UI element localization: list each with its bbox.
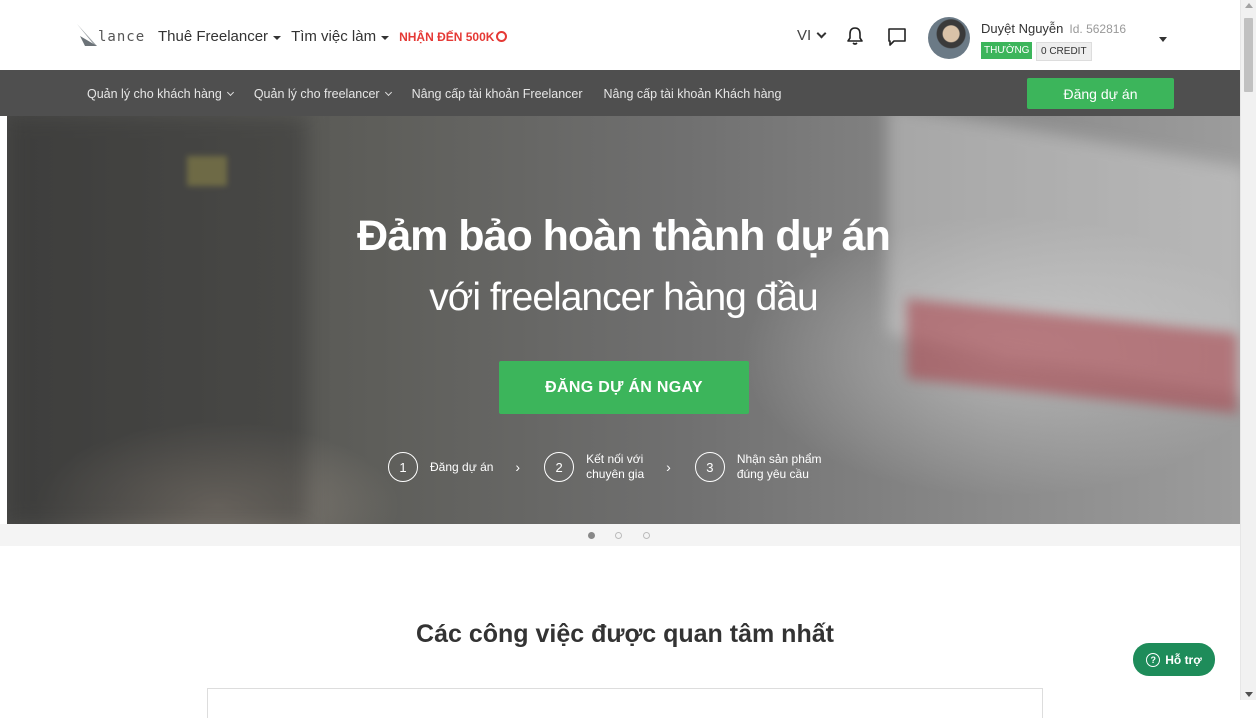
user-id: Id. 562816 <box>1069 22 1127 36</box>
step-text-line1: Kết nối với <box>586 452 644 466</box>
user-menu-caret-icon[interactable] <box>1159 37 1167 42</box>
step-text-line2: chuyên gia <box>586 467 645 481</box>
step-text-line1: Đăng dự án <box>430 459 494 474</box>
section-title: Các công việc được quan tâm nhất <box>416 620 834 648</box>
top-nav: Thuê Freelancer Tìm việc làm NHẬN ĐẾN 50… <box>158 28 517 45</box>
step-text-line2: đúng yêu cầu <box>736 467 809 481</box>
promo-link[interactable]: NHẬN ĐẾN 500K <box>399 29 508 44</box>
step-number: 2 <box>544 452 575 482</box>
chevron-down-icon <box>816 28 827 39</box>
step-2: 2 Kết nối với chuyên gia <box>544 452 644 482</box>
subnav-upgrade-freelancer[interactable]: Nâng cấp tài khoản Freelancer <box>412 87 583 101</box>
step-text-line1: Nhận sản phẩm <box>736 452 822 466</box>
hero-subtitle: với freelancer hàng đầu <box>429 276 819 319</box>
scroll-down-icon[interactable] <box>1245 692 1253 697</box>
carousel-indicators <box>0 524 1240 546</box>
hire-freelancer-label: Thuê Freelancer <box>158 28 269 45</box>
sub-nav-links: Quản lý cho khách hàng Quản lý cho freel… <box>87 87 802 101</box>
user-name-text: Duyệt Nguyễn <box>981 21 1064 36</box>
jobs-list-container <box>207 688 1043 718</box>
help-label: Hỗ trợ <box>1165 652 1202 667</box>
hero-steps: 1 Đăng dự án › 2 Kết nối với chuyên gia ›… <box>388 452 822 482</box>
step-3: 3 Nhận sản phẩm đúng yêu cầu <box>694 452 822 482</box>
page-scrollbar[interactable] <box>1240 0 1256 700</box>
question-icon: ? <box>1146 652 1161 667</box>
bell-icon[interactable] <box>845 26 865 46</box>
step-text: Nhận sản phẩm đúng yêu cầu <box>737 452 822 482</box>
hero-title: Đảm bảo hoàn thành dự án <box>357 212 891 260</box>
find-jobs-menu[interactable]: Tìm việc làm <box>291 28 390 45</box>
tier-badge: THƯỜNG <box>981 42 1033 59</box>
subnav-client-management[interactable]: Quản lý cho khách hàng <box>87 87 234 101</box>
message-icon[interactable] <box>886 26 908 48</box>
help-button[interactable]: ? Hỗ trợ <box>1133 643 1215 676</box>
sub-nav: Quản lý cho khách hàng Quản lý cho freel… <box>0 70 1240 116</box>
step-number: 1 <box>388 452 418 482</box>
promo-coin-icon <box>496 31 508 42</box>
find-jobs-label: Tìm việc làm <box>291 28 377 45</box>
chevron-down-icon <box>384 88 392 97</box>
promo-label: NHẬN ĐẾN 500K <box>399 29 495 44</box>
subnav-item-label: Nâng cấp tài khoản Khách hàng <box>603 87 782 101</box>
step-1: 1 Đăng dự án <box>388 452 493 482</box>
step-number: 3 <box>694 452 725 482</box>
hire-freelancer-menu[interactable]: Thuê Freelancer <box>158 28 282 45</box>
subnav-upgrade-client[interactable]: Nâng cấp tài khoản Khách hàng <box>604 87 782 101</box>
subnav-item-label: Quản lý cho khách hàng <box>87 87 222 101</box>
credit-badge: 0 CREDIT <box>1036 42 1092 61</box>
top-header: lance Thuê Freelancer Tìm việc làm NHẬN … <box>0 0 1240 70</box>
subnav-freelancer-management[interactable]: Quản lý cho freelancer <box>253 87 392 101</box>
step-text: Đăng dự án <box>430 460 493 475</box>
carousel-dot[interactable] <box>643 532 650 539</box>
carousel-dot[interactable] <box>615 532 622 539</box>
avatar[interactable] <box>928 17 970 59</box>
scroll-thumb[interactable] <box>1244 18 1253 92</box>
logo-text: lance <box>98 29 146 45</box>
post-project-button[interactable]: Đăng dự án <box>1027 78 1174 109</box>
subnav-item-label: Quản lý cho freelancer <box>253 87 380 101</box>
chevron-down-icon <box>226 88 234 97</box>
hero-background-shadow <box>7 116 307 524</box>
chevron-right-icon: › <box>666 459 671 475</box>
hero-banner: Đảm bảo hoàn thành dự án với freelancer … <box>7 116 1240 524</box>
hero-post-project-button[interactable]: ĐĂNG DỰ ÁN NGAY <box>499 361 749 414</box>
caret-down-icon <box>381 35 390 40</box>
subnav-item-label: Nâng cấp tài khoản Freelancer <box>411 87 583 101</box>
language-label: VI <box>797 27 812 44</box>
caret-down-icon <box>273 35 282 40</box>
carousel-dot-active[interactable] <box>588 532 595 539</box>
scroll-up-icon[interactable] <box>1245 3 1253 8</box>
step-text: Kết nối với chuyên gia <box>586 452 644 482</box>
language-selector[interactable]: VI <box>797 27 827 44</box>
chevron-right-icon: › <box>515 459 521 475</box>
user-name[interactable]: Duyệt Nguyễn Id. 562816 <box>981 21 1126 36</box>
